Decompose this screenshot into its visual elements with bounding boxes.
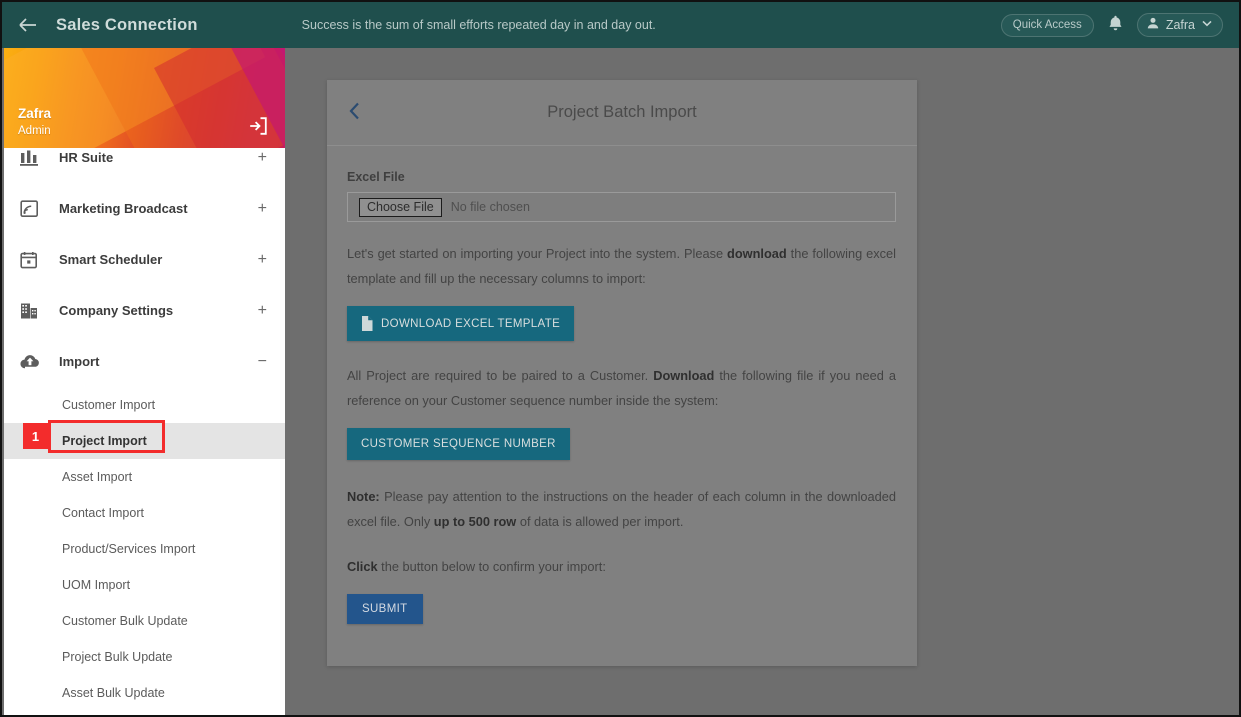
document-icon [361, 316, 373, 331]
sidebar-nav: HR Suite + Marketing Broadcast + Smart S… [4, 148, 285, 715]
sidebar-subitem-contact-import[interactable]: Contact Import [4, 495, 285, 531]
sidebar-subitem-asset-bulk-update[interactable]: Asset Bulk Update [4, 675, 285, 711]
sidebar-subitem-product-services-import[interactable]: Product/Services Import [4, 531, 285, 567]
user-name-label: Zafra [1165, 17, 1195, 32]
download-excel-template-button[interactable]: DOWNLOAD EXCEL TEMPLATE [347, 306, 575, 341]
broadcast-icon [20, 198, 46, 220]
download-excel-template-label: DOWNLOAD EXCEL TEMPLATE [381, 317, 561, 330]
quick-access-button[interactable]: Quick Access [1000, 13, 1094, 37]
expand-toggle-marketing-broadcast[interactable]: + [250, 200, 267, 217]
profile-banner: Zafra Admin [4, 48, 285, 148]
sidebar-label-import: Import [59, 354, 100, 369]
sidebar-label-hr-suite: HR Suite [59, 150, 114, 165]
sidebar-subitem-customer-bulk-update[interactable]: Customer Bulk Update [4, 603, 285, 639]
profile-name: Zafra [18, 106, 52, 121]
sidebar-label-marketing-broadcast: Marketing Broadcast [59, 201, 188, 216]
customer-pair-text-a: All Project are required to be paired to… [347, 368, 654, 383]
sidebar-item-company-settings[interactable]: Company Settings + [4, 285, 285, 336]
cloud-upload-icon [20, 351, 46, 373]
app-brand-title: Sales Connection [56, 15, 198, 34]
file-status-label: No file chosen [450, 200, 530, 214]
sidebar-item-marketing-broadcast[interactable]: Marketing Broadcast + [4, 183, 285, 234]
profile-role: Admin [18, 125, 51, 137]
expand-toggle-company-settings[interactable]: + [250, 302, 267, 319]
avatar-icon [1147, 17, 1159, 32]
expand-toggle-hr-suite[interactable]: + [250, 149, 267, 166]
click-paragraph: Click the button below to confirm your i… [347, 554, 896, 579]
sidebar-subitem-customer-import[interactable]: Customer Import [4, 387, 285, 423]
intro-paragraph: Let's get started on importing your Proj… [347, 241, 896, 291]
note-bold-rows: up to 500 row [433, 514, 517, 529]
submit-button[interactable]: SUBMIT [347, 594, 423, 624]
panel-title: Project Batch Import [547, 103, 697, 121]
building-icon [20, 300, 46, 322]
sidebar-subitem-project-import[interactable]: Project Import [4, 423, 285, 459]
sidebar-subitem-project-bulk-update[interactable]: Project Bulk Update [4, 639, 285, 675]
expand-toggle-smart-scheduler[interactable]: + [250, 251, 267, 268]
arrow-left-icon[interactable] [2, 2, 54, 48]
header-actions: Quick Access Zafra [1000, 13, 1239, 37]
excel-file-input[interactable]: Choose File No file chosen [347, 192, 896, 222]
choose-file-button[interactable]: Choose File [359, 197, 442, 217]
sidebar-item-smart-scheduler[interactable]: Smart Scheduler + [4, 234, 285, 285]
collapse-toggle-import[interactable]: − [250, 353, 267, 370]
intro-text-a: Let's get started on importing your Proj… [347, 246, 728, 261]
note-paragraph: Note: Please pay attention to the instru… [347, 484, 896, 534]
sidebar-label-company-settings: Company Settings [59, 303, 174, 318]
customer-pair-paragraph: All Project are required to be paired to… [347, 363, 896, 413]
intro-text-bold: download [727, 246, 787, 261]
sidebar-scrollbar[interactable] [280, 248, 285, 715]
excel-file-label: Excel File [347, 170, 405, 184]
sidebar-subitem-uom-import[interactable]: UOM Import [4, 567, 285, 603]
panel-header: Project Batch Import [327, 80, 917, 146]
customer-sequence-number-button[interactable]: CUSTOMER SEQUENCE NUMBER [347, 428, 570, 460]
note-label: Note: [347, 489, 380, 504]
left-sidebar: Zafra Admin HR Suite + Marketing Broadca… [4, 48, 285, 715]
bell-icon[interactable] [1108, 15, 1123, 36]
panel-body: Excel File Choose File No file chosen Le… [327, 146, 917, 624]
header-tagline: Success is the sum of small efforts repe… [301, 18, 656, 32]
user-menu-button[interactable]: Zafra [1136, 13, 1223, 37]
sidebar-label-smart-scheduler: Smart Scheduler [59, 252, 163, 267]
click-label: Click [347, 559, 378, 574]
sidebar-subitem-asset-import[interactable]: Asset Import [4, 459, 285, 495]
customer-pair-bold: Download [653, 368, 715, 383]
chart-columns-icon [20, 148, 46, 169]
project-batch-import-panel: Project Batch Import Excel File Choose F… [327, 80, 917, 666]
note-text-c: of data is allowed per import. [516, 514, 684, 529]
import-submenu: Customer Import Project Import Asset Imp… [4, 387, 285, 715]
sidebar-item-import[interactable]: Import − [4, 336, 285, 387]
submit-button-label: SUBMIT [362, 603, 408, 615]
top-header-bar: Sales Connection Success is the sum of s… [2, 2, 1239, 48]
sidebar-item-hr-suite[interactable]: HR Suite + [4, 148, 285, 183]
chevron-down-icon [1202, 19, 1212, 30]
logout-icon[interactable] [248, 116, 268, 136]
click-rest-text: the button below to confirm your import: [377, 559, 606, 574]
application-window: Sales Connection Success is the sum of s… [0, 0, 1241, 717]
chevron-left-icon[interactable] [327, 102, 382, 124]
calendar-icon [20, 249, 46, 271]
customer-sequence-number-label: CUSTOMER SEQUENCE NUMBER [361, 438, 556, 450]
